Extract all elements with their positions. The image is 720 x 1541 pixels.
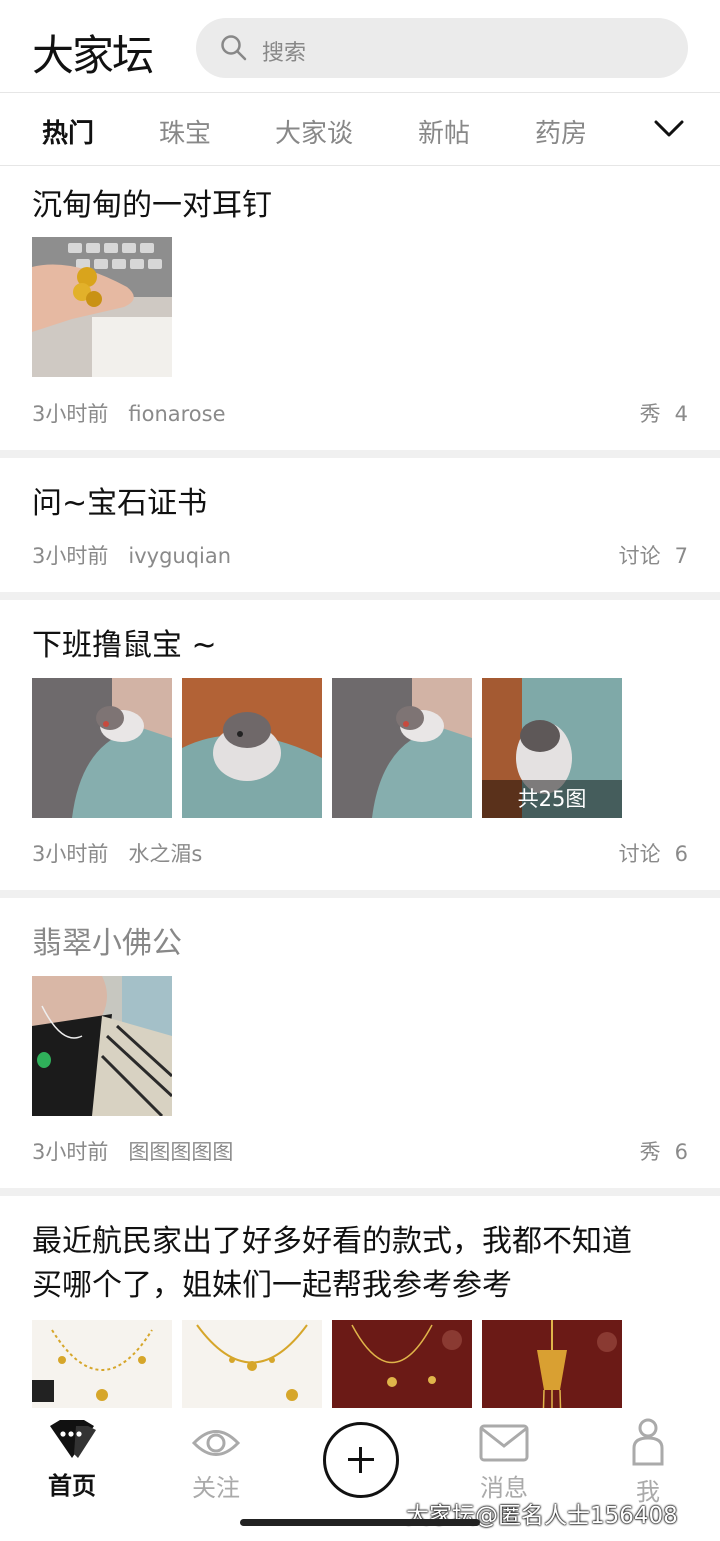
gold-necklace-photo <box>32 1320 172 1408</box>
post-stats: 秀6 <box>640 1136 688 1166</box>
post-category: 秀 <box>639 402 661 426</box>
gold-necklace-photo <box>332 1320 472 1408</box>
post-count: 4 <box>674 402 688 426</box>
mail-icon <box>479 1424 529 1462</box>
tab-follow[interactable]: 关注 <box>156 1424 276 1503</box>
post-author[interactable]: ivyguqian <box>128 544 231 568</box>
feed-divider <box>0 1188 720 1196</box>
rat-photo <box>32 678 172 818</box>
post-thumbnail-more[interactable]: 共25图 <box>482 678 622 818</box>
home-gem-icon <box>50 1420 96 1458</box>
post-time: 3小时前 <box>32 1140 109 1164</box>
tab-home[interactable]: 首页 <box>12 1420 132 1501</box>
tab-hot[interactable]: 热门 <box>42 113 94 150</box>
post-author[interactable]: 图图图图图 <box>128 1140 233 1164</box>
post-title-line[interactable]: 最近航民家出了好多好看的款式，我都不知道 <box>32 1220 632 1264</box>
post-title[interactable]: 沉甸甸的一对耳钉 <box>32 184 272 228</box>
feed-post[interactable]: 问~宝石证书 3小时前 ivyguqian 讨论 7 <box>0 458 720 592</box>
post-time: 3小时前 <box>32 544 109 568</box>
post-count: 6 <box>674 842 688 866</box>
gold-necklace-photo <box>182 1320 322 1408</box>
feed-divider <box>0 450 720 458</box>
post-title[interactable]: 下班撸鼠宝 ~ <box>32 624 217 668</box>
search-bar[interactable]: 搜索 <box>196 18 688 78</box>
feed-divider <box>0 592 720 600</box>
post-count: 7 <box>674 544 688 568</box>
post-author[interactable]: fionarose <box>128 402 225 426</box>
person-icon <box>632 1418 664 1466</box>
tab-follow-label: 关注 <box>192 1474 240 1502</box>
post-thumbnail[interactable] <box>182 1320 322 1408</box>
post-title-line[interactable]: 买哪个了，姐妹们一起帮我参考参考 <box>32 1264 512 1308</box>
earrings-photo <box>32 237 172 377</box>
post-thumbnail[interactable] <box>32 1320 172 1408</box>
tab-me[interactable]: 我 <box>588 1418 708 1507</box>
post-title[interactable]: 问~宝石证书 <box>32 482 207 526</box>
category-tabs: 热门 珠宝 大家谈 新帖 药房 <box>0 93 720 166</box>
post-thumbnail[interactable] <box>32 237 172 377</box>
eye-icon <box>191 1430 241 1456</box>
feed-post[interactable]: 最近航民家出了好多好看的款式，我都不知道 买哪个了，姐妹们一起帮我参考参考 <box>0 1196 720 1408</box>
search-placeholder: 搜索 <box>262 41 307 66</box>
post-meta: 3小时前 ivyguqian <box>32 540 231 570</box>
home-indicator[interactable] <box>240 1519 480 1526</box>
feed-divider <box>0 890 720 898</box>
post-thumbnail[interactable] <box>482 1320 622 1408</box>
jade-pendant-photo <box>32 976 172 1116</box>
tab-new-posts[interactable]: 新帖 <box>418 113 470 150</box>
post-category: 讨论 <box>618 544 661 568</box>
rat-photo <box>182 678 322 818</box>
tab-pharmacy[interactable]: 药房 <box>535 113 587 150</box>
post-category: 讨论 <box>618 842 661 866</box>
post-thumbnail[interactable] <box>182 678 322 818</box>
post-time: 3小时前 <box>32 842 109 866</box>
post-time: 3小时前 <box>32 402 109 426</box>
tab-discussion[interactable]: 大家谈 <box>275 113 353 150</box>
post-stats: 讨论 7 <box>619 540 688 570</box>
tab-jewelry[interactable]: 珠宝 <box>159 113 211 150</box>
post-meta: 3小时前 图图图图图 <box>32 1136 233 1166</box>
post-meta: 3小时前 水之湄s <box>32 838 202 868</box>
post-thumbnail[interactable] <box>32 678 172 818</box>
app-header: 大家坛 搜索 <box>0 0 720 93</box>
post-count: 6 <box>674 1140 688 1164</box>
post-thumbnail[interactable] <box>332 678 472 818</box>
search-icon <box>221 35 247 61</box>
image-count-label: 共25图 <box>482 780 622 818</box>
tab-messages[interactable]: 消息 <box>444 1424 564 1503</box>
post-title[interactable]: 翡翠小佛公 <box>32 922 182 966</box>
post-stats: 秀4 <box>640 398 688 428</box>
app-logo[interactable]: 大家坛 <box>32 22 154 83</box>
rat-photo <box>332 678 472 818</box>
chevron-down-icon[interactable] <box>652 115 686 143</box>
post-thumbnail[interactable] <box>32 976 172 1116</box>
gold-necklace-photo <box>482 1320 622 1408</box>
plus-icon[interactable] <box>323 1422 399 1498</box>
tab-home-label: 首页 <box>48 1472 96 1500</box>
post-stats: 讨论 6 <box>619 838 688 868</box>
feed-post[interactable]: 沉甸甸的一对耳钉 3小时前 fionarose 秀4 <box>0 166 720 450</box>
post-author[interactable]: 水之湄s <box>128 842 202 866</box>
post-category: 秀 <box>639 1140 661 1164</box>
post-meta: 3小时前 fionarose <box>32 398 226 428</box>
post-thumbnail[interactable] <box>332 1320 472 1408</box>
feed-post[interactable]: 下班撸鼠宝 ~ 共25图 3小时前 水之湄s 讨论 6 <box>0 600 720 890</box>
feed-post[interactable]: 翡翠小佛公 3小时前 图图图图图 秀6 <box>0 898 720 1188</box>
